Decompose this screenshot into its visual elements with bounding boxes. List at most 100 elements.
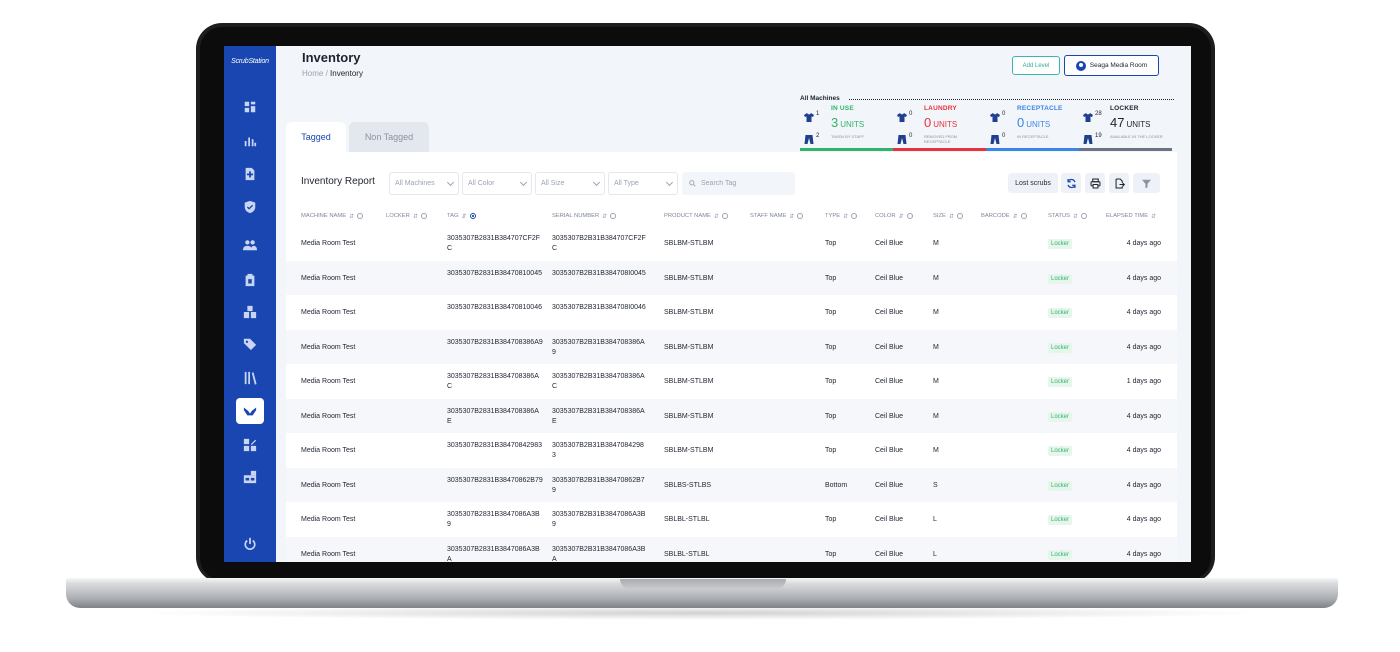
export-icon <box>1115 178 1125 188</box>
cell-machine-name: Media Room Test <box>301 550 356 558</box>
sort-icon[interactable]: ⇵ <box>789 213 794 220</box>
column-header-elapsed-time[interactable]: ELAPSED TIME ⇵ <box>1106 206 1156 226</box>
tab-non-tagged[interactable]: Non Tagged <box>349 122 429 152</box>
sidebar-item-inventory[interactable] <box>236 398 264 424</box>
chevron-down-icon <box>519 178 528 187</box>
column-header-serial-number[interactable]: SERIAL NUMBER ⇵ <box>552 206 617 226</box>
cell-elapsed-time: 1 days ago <box>1126 378 1161 385</box>
table-row[interactable]: Media Room Test 3035307B2831B384707CF2FC 3… <box>286 226 1177 261</box>
table-row[interactable]: Media Room Test 3035307B2831B384708386AE 3… <box>286 398 1177 433</box>
sidebar-item-shield-check[interactable] <box>236 194 264 220</box>
sidebar-item-library[interactable] <box>236 365 264 391</box>
cell-tag: 3035307B2831B3847086A3B9 <box>447 511 540 528</box>
sidebar-item-add-document[interactable] <box>236 161 264 187</box>
print-button[interactable] <box>1085 173 1105 193</box>
column-label: SIZE <box>933 213 946 219</box>
cell-tag: 3035307B2831B3847086A3BA <box>447 545 540 563</box>
print-icon <box>1090 178 1100 188</box>
export-button[interactable] <box>1109 173 1129 193</box>
column-search-icon[interactable] <box>797 213 804 219</box>
top-garment-icon <box>804 109 814 122</box>
column-header-color[interactable]: COLOR ⇵ <box>875 206 913 226</box>
sidebar-item-machines[interactable] <box>236 464 264 490</box>
sidebar-item-tags[interactable] <box>236 331 264 357</box>
column-label: TYPE <box>825 213 841 219</box>
table-row[interactable]: Media Room Test 3035307B2831B384708386AC 3… <box>286 364 1177 399</box>
sidebar-item-dashboard[interactable] <box>236 94 264 120</box>
column-search-icon[interactable] <box>956 213 963 219</box>
table-row[interactable]: Media Room Test 3035307B2831B38470810046 3… <box>286 295 1177 330</box>
table-row[interactable]: Media Room Test 3035307B2831B384708386A9 3… <box>286 329 1177 364</box>
sort-icon[interactable]: ⇵ <box>1073 213 1078 220</box>
sort-icon[interactable]: ⇵ <box>714 213 719 220</box>
column-header-barcode[interactable]: BARCODE ⇵ <box>981 206 1027 226</box>
filter-button[interactable] <box>1133 173 1160 193</box>
sort-icon[interactable]: ⇵ <box>1151 213 1156 220</box>
table-row[interactable]: Media Room Test 3035307B2831B38470810045 3… <box>286 260 1177 295</box>
sidebar-item-clipboard[interactable] <box>236 267 264 293</box>
sort-icon[interactable]: ⇵ <box>949 213 954 220</box>
cell-product-name: SBLBM-STLBM <box>664 378 714 385</box>
sidebar-item-bar-chart[interactable] <box>236 128 264 154</box>
column-search-icon[interactable] <box>420 213 427 219</box>
column-search-icon[interactable] <box>1020 213 1027 219</box>
type-filter[interactable]: All Type <box>608 172 678 195</box>
column-header-locker[interactable]: LOCKER ⇵ <box>386 206 427 226</box>
cell-size: L <box>933 516 937 523</box>
table-row[interactable]: Media Room Test 3035307B2831B38470862B79 3… <box>286 467 1177 502</box>
column-header-tag[interactable]: TAG ⇵ <box>447 206 476 226</box>
table-row[interactable]: Media Room Test 3035307B2831B3847086A3B9 3… <box>286 502 1177 537</box>
table-row[interactable]: Media Room Test 3035307B2831B38470842983 3… <box>286 433 1177 468</box>
table-row[interactable]: Media Room Test 3035307B2831B3847086A3BA 3… <box>286 536 1177 563</box>
cell-machine-name: Media Room Test <box>301 447 356 454</box>
sidebar-item-users[interactable] <box>236 232 264 258</box>
power-icon[interactable] <box>236 531 264 557</box>
cell-product-name: SBLBL-STLBL <box>664 550 710 558</box>
sort-icon[interactable]: ⇵ <box>843 213 848 220</box>
column-search-icon[interactable] <box>1081 213 1088 219</box>
sidebar-item-boxes[interactable] <box>236 299 264 325</box>
refresh-button[interactable] <box>1061 173 1081 193</box>
sort-icon[interactable]: ⇵ <box>462 213 467 220</box>
lost-scrubs-button[interactable]: Lost scrubs <box>1008 173 1058 193</box>
room-selector-button[interactable]: Seaga Media Room <box>1064 55 1159 76</box>
column-header-type[interactable]: TYPE ⇵ <box>825 206 858 226</box>
column-header-size[interactable]: SIZE ⇵ <box>933 206 963 226</box>
column-search-icon[interactable] <box>610 213 617 219</box>
bottom-count: 19 <box>1095 133 1102 139</box>
column-search-icon[interactable] <box>469 213 476 219</box>
column-search-icon[interactable] <box>906 213 913 219</box>
breadcrumb-home[interactable]: Home <box>302 69 323 78</box>
stat-label: LAUNDRY <box>924 105 957 112</box>
column-search-icon[interactable] <box>851 213 858 219</box>
column-label: PRODUCT NAME <box>664 213 711 219</box>
inventory-report-card: Inventory Report All Machines All Color … <box>286 152 1177 562</box>
search-tag-input[interactable] <box>701 180 789 187</box>
sort-icon[interactable]: ⇵ <box>349 213 354 220</box>
top-count: 1 <box>816 111 820 117</box>
tab-tagged[interactable]: Tagged <box>286 122 346 152</box>
add-level-button[interactable]: Add Level <box>1012 56 1060 75</box>
cell-machine-name: Media Room Test <box>301 343 356 351</box>
sort-icon[interactable]: ⇵ <box>899 213 904 220</box>
column-search-icon[interactable] <box>721 213 728 219</box>
status-badge: Locker <box>1048 411 1073 422</box>
sidebar-item-sizes[interactable] <box>236 432 264 458</box>
cell-tag: 3035307B2831B38470810046 <box>447 304 542 311</box>
column-search-icon[interactable] <box>357 213 364 219</box>
size-filter[interactable]: All Size <box>535 172 605 195</box>
color-filter[interactable]: All Color <box>462 172 532 195</box>
cell-color: Ceil Blue <box>875 412 904 420</box>
stat-unit: UNITS <box>840 120 865 129</box>
column-header-status[interactable]: STATUS ⇵ <box>1048 206 1088 226</box>
sort-icon[interactable]: ⇵ <box>413 213 418 220</box>
app-logo[interactable]: ScrubStation <box>228 58 272 65</box>
column-header-staff-name[interactable]: STAFF NAME ⇵ <box>750 206 804 226</box>
machine-filter[interactable]: All Machines <box>389 172 459 195</box>
chevron-down-icon <box>446 178 455 187</box>
cell-size: M <box>933 447 939 454</box>
column-header-product-name[interactable]: PRODUCT NAME ⇵ <box>664 206 728 226</box>
sort-icon[interactable]: ⇵ <box>602 213 607 220</box>
sort-icon[interactable]: ⇵ <box>1013 213 1018 220</box>
column-header-machine-name[interactable]: MACHINE NAME ⇵ <box>301 206 364 226</box>
